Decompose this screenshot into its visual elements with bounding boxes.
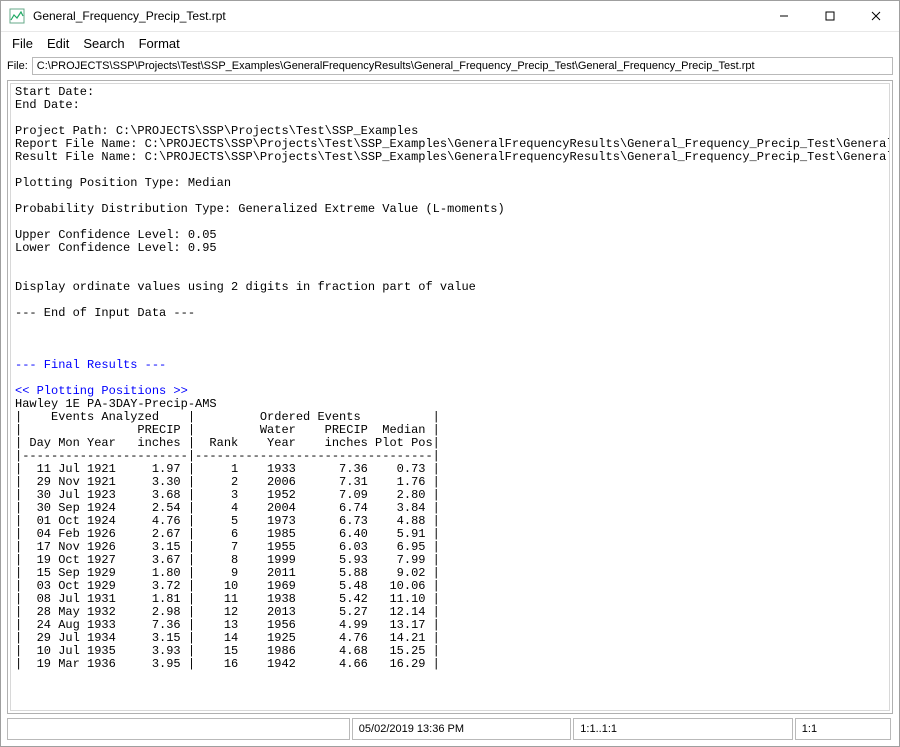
status-cell-datetime: 05/02/2019 13:36 PM [352,718,572,740]
statusbar: 05/02/2019 13:36 PM 1:1..1:1 1:1 [7,718,893,740]
text-editor[interactable]: Start Date: End Date: Project Path: C:\P… [11,84,889,710]
menu-file[interactable]: File [5,34,40,53]
menu-format[interactable]: Format [132,34,187,53]
status-cell-position: 1:1..1:1 [573,718,793,740]
status-cell-blank [7,718,350,740]
editor-frame: Start Date: End Date: Project Path: C:\P… [7,80,893,714]
menubar: File Edit Search Format [1,32,899,54]
menu-edit[interactable]: Edit [40,34,76,53]
maximize-button[interactable] [807,1,853,31]
minimize-button[interactable] [761,1,807,31]
status-cell-mode: 1:1 [795,718,891,740]
close-button[interactable] [853,1,899,31]
menu-search[interactable]: Search [76,34,131,53]
window-title: General_Frequency_Precip_Test.rpt [33,9,226,23]
file-path-input[interactable] [32,57,893,75]
titlebar[interactable]: General_Frequency_Precip_Test.rpt [1,1,899,32]
file-path-row: File: [1,54,899,80]
app-icon [9,8,25,24]
app-window: General_Frequency_Precip_Test.rpt File E… [0,0,900,747]
file-label: File: [7,60,28,72]
